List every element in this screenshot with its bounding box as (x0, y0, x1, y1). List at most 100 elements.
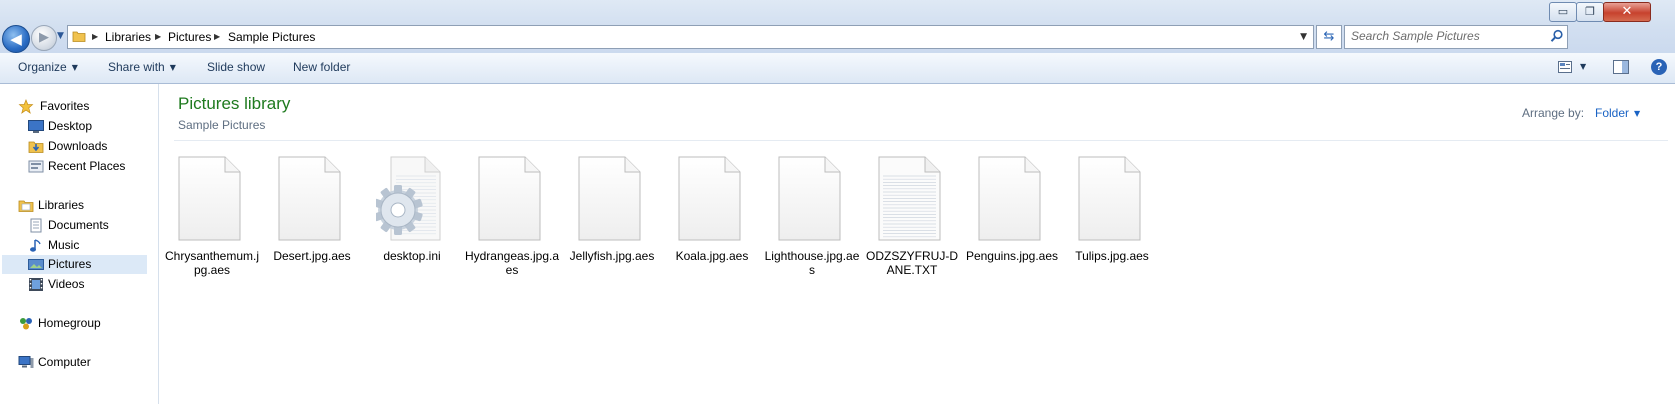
minimize-icon: ▭ (1557, 5, 1569, 18)
desktop-icon (28, 120, 44, 133)
close-button[interactable]: ✕ (1603, 2, 1651, 22)
chevron-down-icon: ▼ (1634, 109, 1641, 118)
forward-button[interactable]: ▶ (31, 25, 57, 51)
title-bar: ▭ ❐ ✕ ◀ ▶ ▼ ▶ Libraries ▶ Pictures ▶ Sam… (0, 0, 1675, 60)
header-divider (174, 140, 1668, 141)
generic-file-icon (976, 156, 1042, 242)
address-bar[interactable]: ▶ Libraries ▶ Pictures ▶ Sample Pictures… (67, 25, 1314, 49)
sidebar-favorites-label: Favorites (40, 99, 90, 113)
recent-places-icon (28, 160, 44, 173)
breadcrumb-sample-pictures[interactable]: Sample Pictures (228, 26, 315, 48)
command-bar: Organize ▼ Share with ▼ Slide show New fol… (0, 53, 1675, 84)
homegroup-icon (20, 318, 32, 330)
help-icon[interactable]: ? (1651, 59, 1667, 75)
refresh-button[interactable]: ⇆ (1316, 25, 1342, 49)
slide-show-button[interactable]: Slide show (207, 53, 265, 83)
view-options-dropdown[interactable]: ▼ (1580, 53, 1586, 83)
search-input[interactable] (1351, 26, 1541, 46)
computer-icon (18, 356, 34, 368)
sidebar-item-videos[interactable]: Videos (28, 275, 148, 294)
generic-file-icon (476, 156, 542, 242)
sidebar-item-recent-places[interactable]: Recent Places (28, 157, 148, 176)
breadcrumb-separator[interactable]: ▶ (155, 26, 161, 48)
sidebar-item-pictures[interactable]: Pictures (2, 255, 147, 274)
breadcrumb-separator[interactable]: ▶ (92, 26, 98, 48)
sidebar-item-label: Downloads (48, 139, 108, 153)
sidebar-item-label: Desktop (48, 119, 93, 133)
close-icon: ✕ (1621, 4, 1633, 19)
videos-icon (29, 278, 43, 291)
organize-button[interactable]: Organize ▼ (18, 53, 78, 83)
forward-arrow-icon: ▶ (39, 30, 49, 45)
generic-file-icon (576, 156, 642, 242)
share-with-button[interactable]: Share with ▼ (108, 53, 176, 83)
sidebar-item-label: Music (48, 238, 80, 252)
generic-file-icon (676, 156, 742, 242)
sidebar-item-label: Recent Places (48, 159, 126, 173)
generic-file-icon (176, 156, 242, 242)
sidebar-item-desktop[interactable]: Desktop (28, 117, 148, 136)
restore-button[interactable]: ❐ (1576, 2, 1604, 22)
sidebar-libraries[interactable]: Libraries (18, 196, 148, 215)
minimize-button[interactable]: ▭ (1549, 2, 1577, 22)
libraries-icon (18, 200, 34, 212)
pictures-icon (28, 259, 44, 270)
sidebar-item-downloads[interactable]: Downloads (28, 137, 148, 156)
file-name: Desert.jpg.aes (273, 249, 351, 263)
arrange-by-value: Folder (1595, 106, 1630, 120)
change-view-icon[interactable] (1558, 61, 1572, 73)
chevron-down-icon: ▼ (169, 63, 176, 72)
sidebar-computer[interactable]: Computer (18, 353, 148, 372)
search-box[interactable] (1344, 25, 1568, 49)
back-button[interactable]: ◀ (2, 25, 30, 53)
file-name: desktop.ini (383, 249, 441, 263)
sidebar-item-label: Documents (48, 218, 109, 232)
file-name: Koala.jpg.aes (675, 249, 749, 263)
sidebar-item-music[interactable]: Music (28, 236, 148, 255)
file-name: ODZSZYFRUJ-DANE.TXT (866, 249, 958, 277)
sidebar-homegroup-label: Homegroup (38, 316, 101, 330)
sidebar-computer-label: Computer (38, 355, 91, 369)
sidebar-item-label: Videos (48, 277, 85, 291)
sidebar-item-documents[interactable]: Documents (28, 216, 148, 235)
star-icon (18, 99, 34, 114)
breadcrumb-separator[interactable]: ▶ (214, 26, 220, 48)
sidebar-item-label: Pictures (48, 257, 92, 271)
new-folder-button[interactable]: New folder (293, 53, 350, 83)
organize-label: Organize (18, 60, 67, 74)
generic-file-icon (776, 156, 842, 242)
restore-icon: ❐ (1585, 5, 1595, 18)
arrange-by-dropdown[interactable]: Folder ▼ (1595, 106, 1640, 120)
file-name: Chrysanthemum.jpg.aes (164, 249, 260, 277)
downloads-icon (28, 141, 44, 153)
generic-file-icon (276, 156, 342, 242)
chevron-down-icon: ▼ (71, 63, 78, 72)
file-name: Lighthouse.jpg.aes (764, 249, 860, 277)
generic-file-icon (1076, 156, 1142, 242)
sidebar-favorites[interactable]: Favorites (18, 97, 148, 116)
search-icon[interactable] (1550, 29, 1564, 43)
navigation-pane: Favorites Desktop Downloads Recent Place… (0, 84, 159, 404)
file-name: Hydrangeas.jpg.aes (464, 249, 560, 277)
share-with-label: Share with (108, 60, 165, 74)
file-name: Jellyfish.jpg.aes (569, 249, 655, 263)
recent-pages-dropdown[interactable]: ▼ (57, 31, 67, 43)
address-history-dropdown[interactable]: ▼ (1300, 26, 1307, 48)
documents-icon (30, 218, 42, 233)
breadcrumb-libraries[interactable]: Libraries (105, 26, 151, 48)
arrange-by-label: Arrange by: (1522, 106, 1585, 120)
music-icon (30, 239, 41, 252)
sidebar-homegroup[interactable]: Homegroup (18, 314, 148, 333)
file-name: Penguins.jpg.aes (965, 249, 1059, 263)
page-subtitle: Sample Pictures (178, 118, 266, 132)
back-arrow-icon: ◀ (10, 30, 22, 48)
sidebar-libraries-label: Libraries (38, 198, 85, 212)
refresh-icon: ⇆ (1323, 29, 1335, 44)
text-file-icon (876, 156, 942, 242)
breadcrumb-pictures[interactable]: Pictures (168, 26, 211, 48)
page-title: Pictures library (178, 94, 291, 113)
folder-icon (72, 31, 86, 42)
preview-pane-icon[interactable] (1613, 60, 1629, 74)
file-name: Tulips.jpg.aes (1075, 249, 1149, 263)
file-list-area: Pictures library Sample Pictures Arrange… (159, 84, 1675, 404)
